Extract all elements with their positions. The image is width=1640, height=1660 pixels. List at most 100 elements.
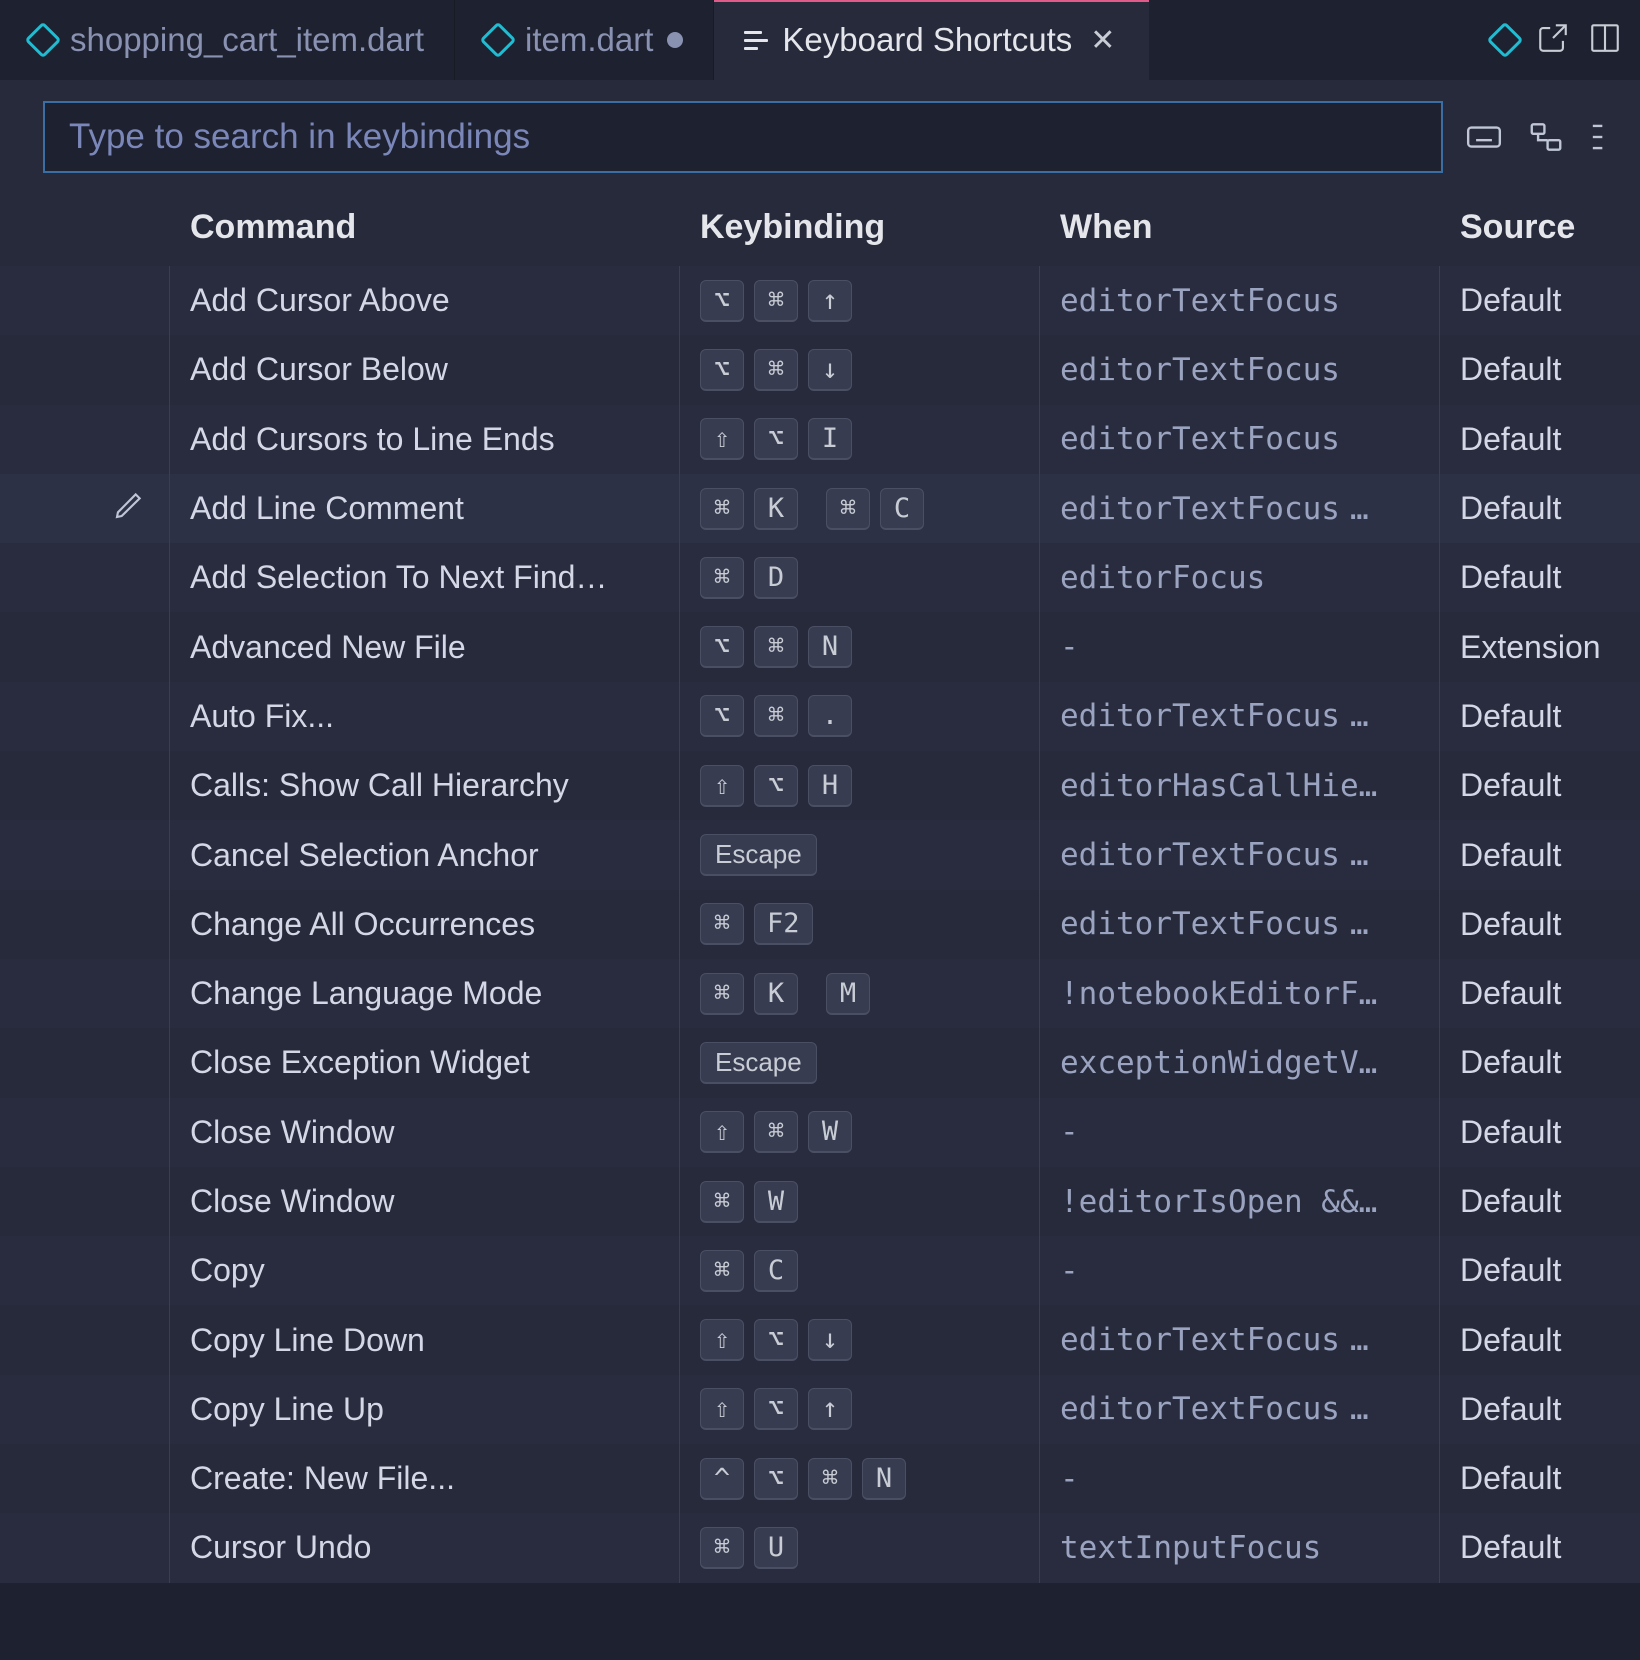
row-gutter: [0, 1028, 170, 1097]
command-cell: Add Cursor Above: [170, 266, 680, 335]
row-gutter: [0, 751, 170, 820]
table-row[interactable]: Add Cursor Below⌥⌘↓editorTextFocusDefaul…: [0, 335, 1640, 404]
when-cell: exceptionWidgetV…: [1040, 1028, 1440, 1097]
table-row[interactable]: Close Exception WidgetEscapeexceptionWid…: [0, 1028, 1640, 1097]
row-gutter: [0, 959, 170, 1028]
key-cap: ⌘: [754, 349, 798, 391]
edit-icon[interactable]: [113, 489, 145, 529]
key-cap: C: [880, 488, 924, 530]
dart-icon[interactable]: [1487, 22, 1524, 59]
key-cap: ⇧: [700, 1319, 744, 1361]
when-cell: -: [1040, 1098, 1440, 1167]
table-row[interactable]: Change All Occurrences⌘F2editorTextFocus…: [0, 890, 1640, 959]
header-keybinding[interactable]: Keybinding: [680, 208, 1040, 247]
key-cap: ↓: [808, 349, 852, 391]
tab-item-dart[interactable]: item.dart: [455, 0, 714, 80]
table-row[interactable]: Add Cursors to Line Ends⇧⌥IeditorTextFoc…: [0, 405, 1640, 474]
source-cell: Default: [1440, 1391, 1640, 1428]
table-row[interactable]: Add Line Comment⌘K⌘CeditorTextFocus…Defa…: [0, 474, 1640, 543]
key-cap: ↑: [808, 1388, 852, 1430]
sort-precedence-icon[interactable]: [1526, 117, 1566, 157]
table-row[interactable]: Create: New File...^⌥⌘N-Default: [0, 1444, 1640, 1513]
source-cell: Default: [1440, 559, 1640, 596]
row-gutter: [0, 612, 170, 681]
table-row[interactable]: Add Selection To Next Find…⌘DeditorFocus…: [0, 543, 1640, 612]
header-command[interactable]: Command: [170, 208, 680, 247]
when-cell: editorTextFocus…: [1040, 820, 1440, 889]
close-icon[interactable]: ✕: [1086, 23, 1119, 58]
keybinding-cell: ⇧⌥I: [680, 405, 1040, 474]
key-cap: ⌘: [700, 903, 744, 945]
split-editor-icon[interactable]: [1588, 21, 1622, 60]
table-row[interactable]: Cancel Selection AnchorEscapeeditorTextF…: [0, 820, 1640, 889]
command-cell: Add Cursors to Line Ends: [170, 405, 680, 474]
key-cap: D: [754, 557, 798, 599]
table-row[interactable]: Close Window⌘W!editorIsOpen &&…Default: [0, 1167, 1640, 1236]
keybinding-cell: ⌘C: [680, 1236, 1040, 1305]
tab-shopping-cart-item[interactable]: shopping_cart_item.dart: [0, 0, 455, 80]
when-cell: -: [1040, 1444, 1440, 1513]
keybinding-cell: ⌥⌘↓: [680, 335, 1040, 404]
row-gutter: [0, 543, 170, 612]
search-input[interactable]: [44, 102, 1442, 172]
when-cell: editorHasCallHie…: [1040, 751, 1440, 820]
table-row[interactable]: Advanced New File⌥⌘N-Extension: [0, 612, 1640, 681]
key-cap: ⌥: [754, 1388, 798, 1430]
key-cap: ⌘: [700, 1181, 744, 1223]
key-cap: ⌘: [826, 488, 870, 530]
when-cell: editorTextFocus: [1040, 405, 1440, 474]
keybinding-cell: ⌥⌘↑: [680, 266, 1040, 335]
key-cap: ⌘: [754, 280, 798, 322]
command-cell: Copy Line Down: [170, 1305, 680, 1374]
keybinding-cell: ⌘U: [680, 1513, 1040, 1582]
command-cell: Close Exception Widget: [170, 1028, 680, 1097]
when-cell: -: [1040, 1236, 1440, 1305]
keybinding-cell: ⌥⌘N: [680, 612, 1040, 681]
key-cap: ⇧: [700, 1111, 744, 1153]
key-cap: ⌘: [700, 1250, 744, 1292]
keybinding-cell: ⌥⌘.: [680, 682, 1040, 751]
row-gutter: [0, 266, 170, 335]
more-actions-icon[interactable]: [1588, 117, 1604, 157]
record-keys-icon[interactable]: [1464, 117, 1504, 157]
table-row[interactable]: Close Window⇧⌘W-Default: [0, 1098, 1640, 1167]
tab-keyboard-shortcuts[interactable]: Keyboard Shortcuts ✕: [714, 0, 1150, 80]
source-cell: Default: [1440, 1322, 1640, 1359]
keybinding-cell: ⌘KM: [680, 959, 1040, 1028]
table-row[interactable]: Add Cursor Above⌥⌘↑editorTextFocusDefaul…: [0, 266, 1640, 335]
keybinding-cell: ⌘K⌘C: [680, 474, 1040, 543]
table-row[interactable]: Copy Line Down⇧⌥↓editorTextFocus…Default: [0, 1305, 1640, 1374]
key-cap: ⌥: [700, 626, 744, 668]
when-cell: editorTextFocus…: [1040, 682, 1440, 751]
command-cell: Add Line Comment: [170, 474, 680, 543]
source-cell: Default: [1440, 975, 1640, 1012]
table-row[interactable]: Calls: Show Call Hierarchy⇧⌥HeditorHasCa…: [0, 751, 1640, 820]
keybinding-cell: ⇧⌥↑: [680, 1375, 1040, 1444]
key-cap: ↑: [808, 280, 852, 322]
source-cell: Default: [1440, 906, 1640, 943]
key-cap: K: [754, 973, 798, 1015]
table-row[interactable]: Copy Line Up⇧⌥↑editorTextFocus…Default: [0, 1375, 1640, 1444]
key-cap: ⌘: [754, 1111, 798, 1153]
source-cell: Default: [1440, 421, 1640, 458]
source-cell: Default: [1440, 490, 1640, 527]
key-cap: .: [808, 695, 852, 737]
key-cap: ⌥: [700, 349, 744, 391]
key-cap: ⇧: [700, 1388, 744, 1430]
header-source[interactable]: Source: [1440, 208, 1640, 247]
header-when[interactable]: When: [1040, 208, 1440, 247]
table-row[interactable]: Change Language Mode⌘KM!notebookEditorF……: [0, 959, 1640, 1028]
key-cap: C: [754, 1250, 798, 1292]
key-cap: ⌘: [700, 1527, 744, 1569]
keyboard-shortcuts-icon: [744, 31, 768, 50]
row-gutter: [0, 474, 170, 543]
key-cap: ↓: [808, 1319, 852, 1361]
key-cap: Escape: [700, 834, 817, 876]
dart-icon: [480, 22, 517, 59]
tab-label: Keyboard Shortcuts: [782, 21, 1072, 59]
table-row[interactable]: Auto Fix...⌥⌘.editorTextFocus…Default: [0, 682, 1640, 751]
table-row[interactable]: Cursor Undo⌘UtextInputFocusDefault: [0, 1513, 1640, 1582]
open-changes-icon[interactable]: [1536, 21, 1570, 60]
key-cap: ⌘: [754, 626, 798, 668]
table-row[interactable]: Copy⌘C-Default: [0, 1236, 1640, 1305]
